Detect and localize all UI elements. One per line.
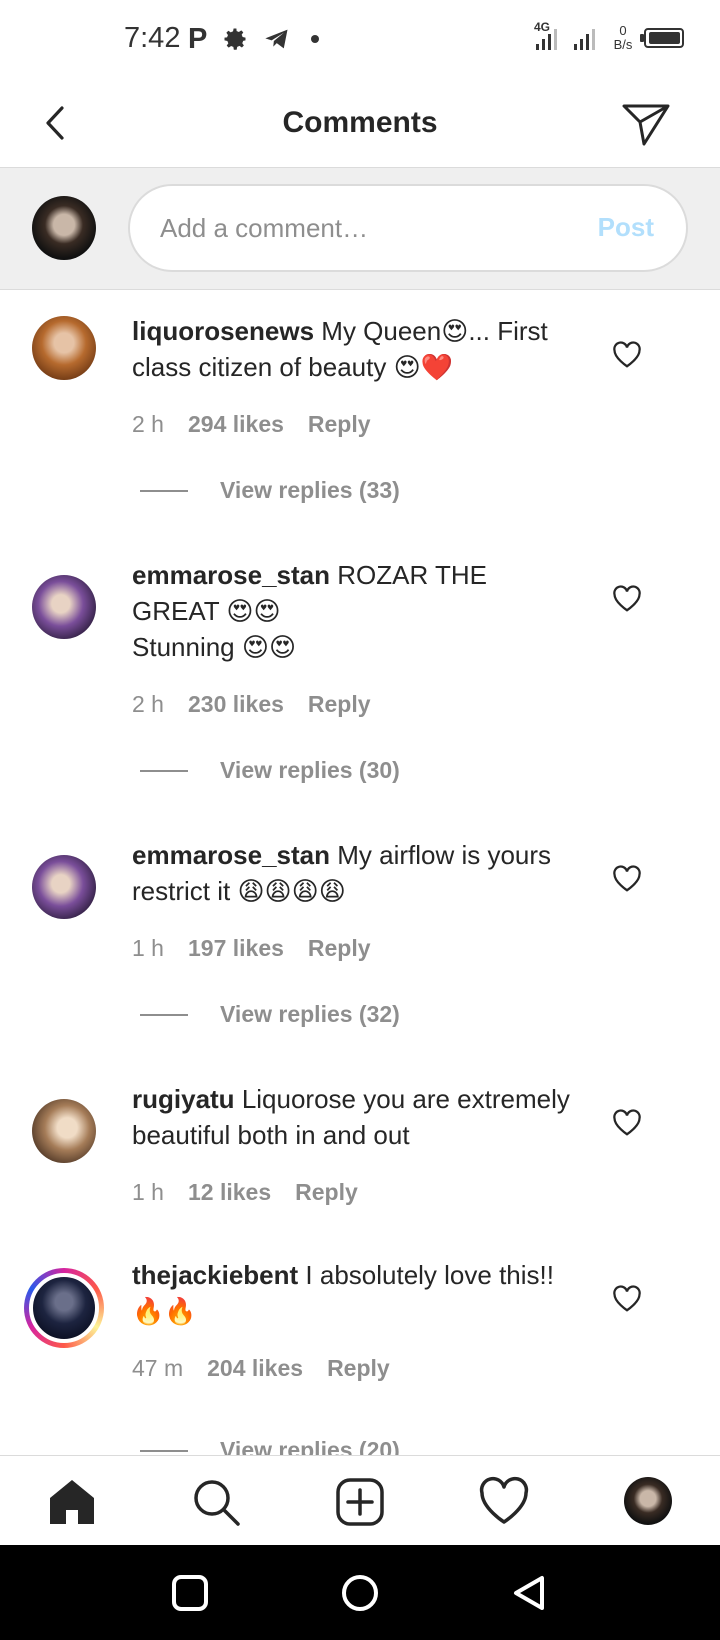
status-time: 7:42 (124, 22, 181, 54)
battery-icon (640, 28, 684, 48)
comment-likes[interactable]: 12 likes (188, 1179, 271, 1206)
page-title: Comments (282, 106, 438, 139)
comment-username[interactable]: emmarose_stan (132, 560, 330, 590)
bottom-nav (0, 1455, 720, 1545)
like-heart-icon[interactable] (612, 865, 642, 893)
comment-text: emmarose_stan My airflow is yours restri… (132, 837, 572, 909)
telegram-icon (265, 29, 288, 49)
view-replies-button[interactable]: View replies (32) (140, 1001, 400, 1028)
comment-text: thejackiebent I absolutely love this!! 🔥… (132, 1257, 572, 1329)
gear-icon (224, 28, 246, 50)
comment-body-line2: Stunning 😍😍 (132, 632, 297, 662)
network-type: 4G (534, 20, 551, 34)
divider (140, 489, 188, 492)
comment-username[interactable]: rugiyatu (132, 1084, 235, 1114)
comment-box[interactable]: Post (128, 184, 688, 272)
avatar[interactable] (32, 316, 96, 380)
comment-text: rugiyatu Liquorose you are extremely bea… (132, 1081, 572, 1153)
status-bar: 7:42 P 4G 0 B/s (0, 0, 720, 80)
view-replies-button[interactable]: View replies (20) (140, 1437, 400, 1455)
recent-apps-icon[interactable] (170, 1573, 210, 1613)
comment-username[interactable]: emmarose_stan (132, 840, 330, 870)
view-replies-label: View replies (20) (220, 1437, 400, 1455)
comment-text: liquorosenews My Queen😍... First class c… (132, 313, 572, 385)
comment-username[interactable]: liquorosenews (132, 316, 314, 346)
comment-input[interactable] (160, 186, 560, 270)
back-triangle-icon[interactable] (510, 1573, 550, 1613)
view-replies-button[interactable]: View replies (30) (140, 757, 400, 784)
system-nav (0, 1545, 720, 1640)
divider (140, 1013, 188, 1016)
p-app-icon: P (188, 23, 208, 55)
home-icon[interactable] (46, 1476, 98, 1528)
divider (140, 769, 188, 772)
like-heart-icon[interactable] (612, 1285, 642, 1313)
comment-likes[interactable]: 230 likes (188, 691, 284, 718)
more-notifications-dot (311, 35, 320, 43)
comment-time: 2 h (132, 691, 164, 717)
view-replies-button[interactable]: View replies (33) (140, 477, 400, 504)
signal-4g-icon: 4G (534, 20, 564, 52)
avatar[interactable] (32, 855, 96, 919)
profile-avatar[interactable] (624, 1477, 672, 1525)
speed-value: 0 (619, 23, 627, 38)
signal-icon (572, 22, 602, 52)
comment-composer: Post (0, 168, 720, 290)
view-replies-label: View replies (30) (220, 757, 400, 783)
like-heart-icon[interactable] (612, 1109, 642, 1137)
header: Comments (0, 80, 720, 168)
avatar (32, 196, 96, 260)
comment-meta: 2 h 294 likes Reply (132, 411, 371, 438)
divider (140, 1449, 188, 1452)
network-speed: 0 B/s (610, 24, 636, 52)
comment-likes[interactable]: 294 likes (188, 411, 284, 438)
comment-text: emmarose_stan ROZAR THE GREAT 😍😍 Stunnin… (132, 557, 572, 665)
search-icon[interactable] (190, 1476, 242, 1528)
avatar-story-ring[interactable] (24, 1268, 104, 1348)
comment-likes[interactable]: 204 likes (207, 1355, 303, 1382)
view-replies-label: View replies (33) (220, 477, 400, 503)
activity-heart-icon[interactable] (478, 1476, 530, 1528)
comment-meta: 47 m 204 likes Reply (132, 1355, 390, 1382)
reply-button[interactable]: Reply (308, 691, 371, 718)
comment-meta: 1 h 197 likes Reply (132, 935, 371, 962)
avatar (29, 1273, 99, 1343)
comment-likes[interactable]: 197 likes (188, 935, 284, 962)
status-system-icons: 4G 0 B/s (534, 20, 684, 52)
comment-time: 1 h (132, 935, 164, 961)
comment-meta: 2 h 230 likes Reply (132, 691, 371, 718)
comment-time: 47 m (132, 1355, 184, 1381)
status-notification-icons: P (188, 23, 320, 55)
reply-button[interactable]: Reply (327, 1355, 390, 1382)
post-button[interactable]: Post (598, 212, 654, 243)
avatar[interactable] (32, 575, 96, 639)
reply-button[interactable]: Reply (295, 1179, 358, 1206)
like-heart-icon[interactable] (612, 585, 642, 613)
comment-time: 1 h (132, 1179, 164, 1205)
speed-unit: B/s (613, 37, 633, 52)
reply-button[interactable]: Reply (308, 411, 371, 438)
reply-button[interactable]: Reply (308, 935, 371, 962)
like-heart-icon[interactable] (612, 341, 642, 369)
comment-time: 2 h (132, 411, 164, 437)
home-circle-icon[interactable] (340, 1573, 380, 1613)
comments-list: liquorosenews My Queen😍... First class c… (0, 291, 720, 1455)
view-replies-label: View replies (32) (220, 1001, 400, 1027)
comment-username[interactable]: thejackiebent (132, 1260, 298, 1290)
comment-meta: 1 h 12 likes Reply (132, 1179, 358, 1206)
add-post-icon[interactable] (334, 1476, 386, 1528)
direct-send-icon[interactable] (620, 100, 672, 148)
avatar[interactable] (32, 1099, 96, 1163)
